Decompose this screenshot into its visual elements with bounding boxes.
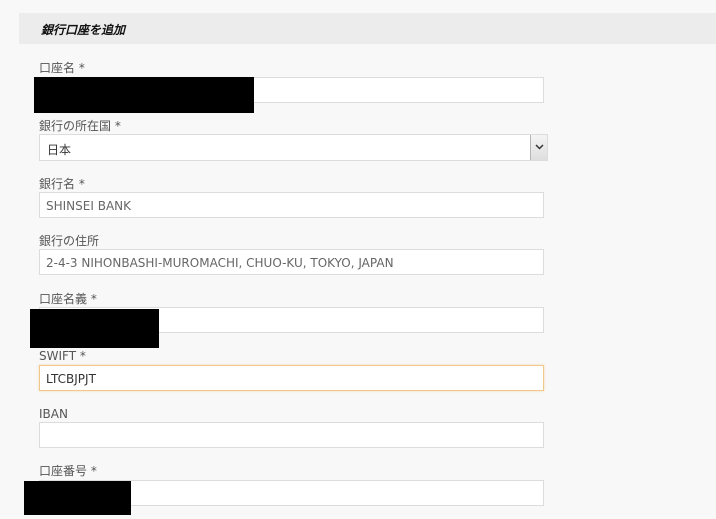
iban-label: IBAN <box>39 407 68 421</box>
chevron-down-icon[interactable] <box>530 135 547 160</box>
swift-label: SWIFT * <box>39 349 86 363</box>
redaction-block <box>24 481 131 515</box>
add-bank-account-form: 銀行口座を追加 口座名 * 銀行の所在国 * 日本 銀行名 * SHINSEI … <box>0 0 716 519</box>
bank-country-select[interactable]: 日本 <box>39 134 548 161</box>
section-title: 銀行口座を追加 <box>41 23 126 37</box>
swift-input[interactable]: LTCBJPJT <box>39 365 544 391</box>
redaction-block <box>34 77 254 113</box>
bank-address-label: 銀行の住所 <box>39 234 100 248</box>
bank-country-selected-value: 日本 <box>47 143 72 157</box>
bank-address-input[interactable]: 2-4-3 NIHONBASHI-MUROMACHI, CHUO-KU, TOK… <box>39 249 544 275</box>
iban-input[interactable] <box>39 422 544 448</box>
redaction-block <box>30 309 159 348</box>
bank-name-label: 銀行名 * <box>39 177 85 191</box>
account-name-label: 口座名 * <box>39 61 85 75</box>
account-holder-label: 口座名義 * <box>39 292 97 306</box>
section-header: 銀行口座を追加 <box>19 13 716 44</box>
bank-name-input[interactable]: SHINSEI BANK <box>39 192 544 218</box>
account-number-label: 口座番号 * <box>39 464 97 478</box>
bank-country-label: 銀行の所在国 * <box>39 119 121 133</box>
